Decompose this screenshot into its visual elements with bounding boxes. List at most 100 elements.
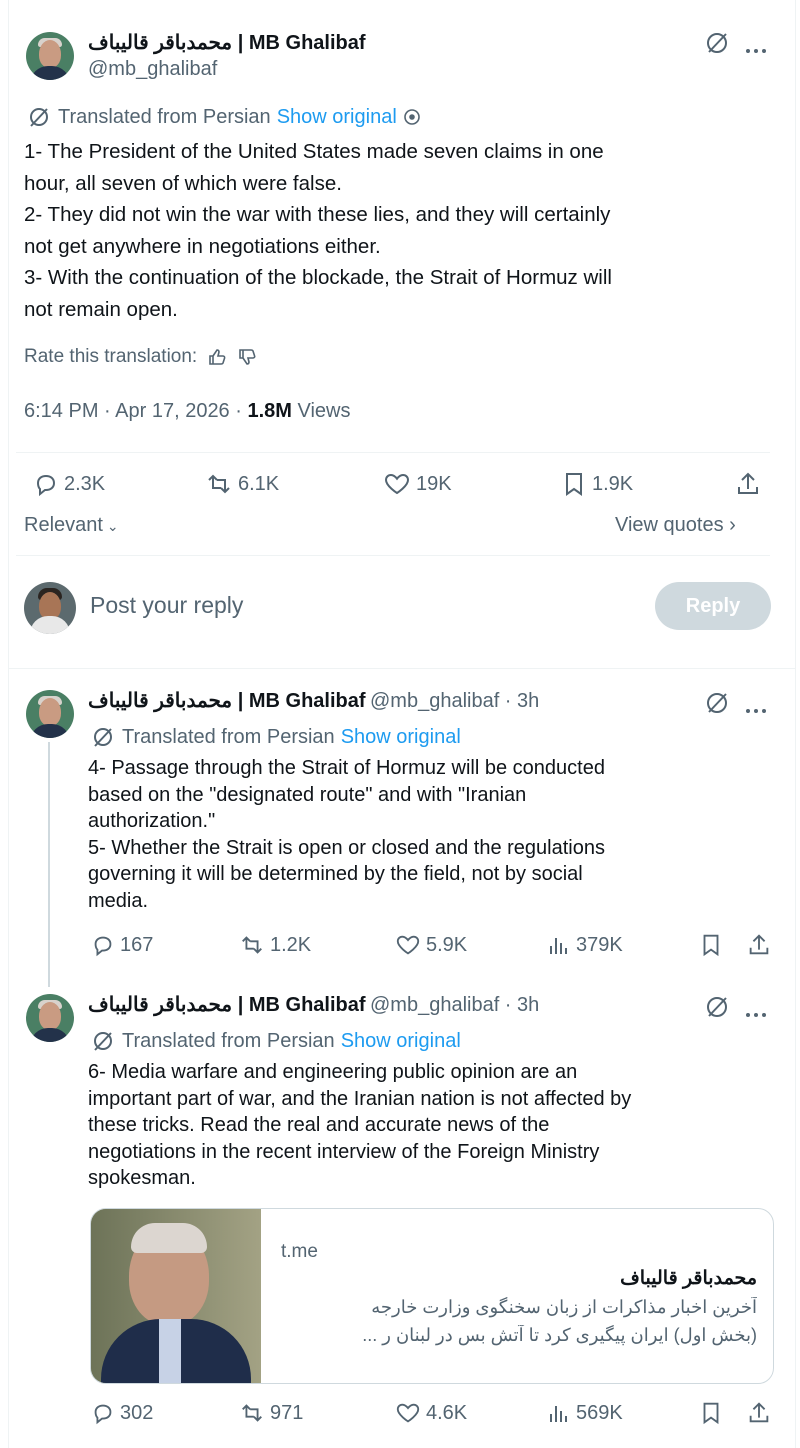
section-divider: [8, 668, 796, 669]
like-action[interactable]: 5.9K: [394, 932, 467, 958]
more-options-icon[interactable]: [744, 1004, 768, 1022]
link-preview-card[interactable]: t.me محمدباقر قالیباف آخرین اخبار مذاکرا…: [90, 1208, 774, 1384]
repost-action[interactable]: 971: [238, 1400, 303, 1426]
views-count: 569K: [576, 1401, 623, 1424]
divider: [16, 555, 770, 556]
repost-count: 1.2K: [270, 933, 312, 956]
divider: [16, 452, 770, 453]
views-count: 379K: [576, 933, 623, 956]
reply-icon: [94, 1404, 112, 1425]
share-icon[interactable]: [734, 470, 762, 503]
like-count: 19K: [416, 472, 452, 495]
reply-handle-time[interactable]: @mb_ghalibaf · 3h: [370, 994, 539, 1016]
reply-count: 302: [120, 1401, 154, 1424]
repost-action[interactable]: 1.2K: [238, 932, 311, 958]
reply-action[interactable]: 2.3K: [32, 470, 105, 498]
grok-translate-icon: [94, 1032, 112, 1051]
like-action[interactable]: 4.6K: [394, 1400, 467, 1426]
chevron-down-icon: ⌄: [102, 518, 119, 534]
view-quotes-label: View quotes: [615, 514, 724, 536]
repost-icon: [242, 1404, 262, 1422]
thumbs-up-icon[interactable]: [207, 347, 227, 367]
sort-dropdown[interactable]: Relevant ⌄: [24, 514, 119, 537]
reply-author-name[interactable]: محمدباقر قالیباف | MB Ghalibaf: [88, 994, 366, 1016]
show-original-link[interactable]: Show original: [341, 1030, 461, 1053]
grok-translate-icon: [30, 108, 48, 127]
reply-action[interactable]: 302: [90, 1400, 153, 1426]
card-description-line: (بخش اول) ایران پیگیری کرد تا آتش بس در …: [362, 1325, 757, 1345]
thumbs-down-icon[interactable]: [237, 347, 257, 367]
translation-bar: Translated from Persian Show original: [90, 724, 461, 750]
repost-icon: [208, 474, 230, 494]
card-thumbnail: [91, 1209, 261, 1383]
reply-icon: [94, 936, 112, 957]
heart-icon: [384, 473, 410, 495]
translated-label: Translated from Persian: [122, 1029, 335, 1052]
view-quotes-link[interactable]: View quotes ›: [615, 514, 736, 537]
reply-icon: [36, 474, 56, 497]
grok-icon[interactable]: [704, 30, 730, 61]
translation-bar: Translated from Persian Show original: [90, 1028, 461, 1054]
views-action[interactable]: 379K: [546, 932, 623, 958]
more-options-icon[interactable]: [744, 40, 768, 58]
reply-text: 4- Passage through the Strait of Hormuz …: [88, 757, 605, 912]
thread-line: [48, 742, 50, 987]
card-title: محمدباقر قالیباف: [620, 1268, 757, 1289]
analytics-icon: [550, 1406, 567, 1422]
bookmark-icon: [566, 473, 582, 496]
reply-header: محمدباقر قالیباف | MB Ghalibaf @mb_ghali…: [88, 992, 539, 1017]
repost-count: 971: [270, 1401, 304, 1424]
grok-translate-icon: [94, 728, 112, 747]
rate-translation: Rate this translation:: [24, 346, 257, 368]
bookmark-count: 1.9K: [592, 472, 634, 495]
heart-icon: [396, 1403, 420, 1423]
views-label: Views: [291, 400, 351, 422]
like-count: 4.6K: [426, 1401, 468, 1424]
chevron-right-icon: ›: [723, 514, 736, 536]
author-avatar[interactable]: [26, 32, 74, 80]
tweet-text: 1- The President of the United States ma…: [24, 140, 612, 321]
bookmark-icon[interactable]: [698, 932, 724, 963]
author-handle[interactable]: @mb_ghalibaf: [88, 58, 217, 81]
reply-author-avatar[interactable]: [26, 690, 74, 738]
user-avatar[interactable]: [24, 582, 76, 634]
grok-icon[interactable]: [704, 994, 730, 1025]
sort-label: Relevant: [24, 514, 103, 536]
share-icon[interactable]: [746, 932, 772, 963]
more-options-icon[interactable]: [744, 700, 768, 718]
reply-input[interactable]: Post your reply: [90, 592, 243, 619]
reply-handle-time[interactable]: @mb_ghalibaf · 3h: [370, 690, 539, 712]
author-display-name[interactable]: محمدباقر قالیباف | MB Ghalibaf: [88, 30, 366, 55]
grok-icon[interactable]: [704, 690, 730, 721]
like-action[interactable]: 19K: [382, 470, 452, 498]
reply-action[interactable]: 167: [90, 932, 153, 958]
analytics-icon: [550, 938, 567, 954]
tweet-meta: 6:14 PM · Apr 17, 2026 · 1.8M Views: [24, 400, 350, 423]
info-icon[interactable]: [403, 108, 421, 126]
show-original-link[interactable]: Show original: [341, 726, 461, 749]
views-count: 1.8M: [247, 400, 292, 422]
share-icon[interactable]: [746, 1400, 772, 1431]
repost-icon: [242, 936, 262, 954]
views-action[interactable]: 569K: [546, 1400, 623, 1426]
like-count: 5.9K: [426, 933, 468, 956]
reply-count: 2.3K: [64, 472, 106, 495]
reply-header: محمدباقر قالیباف | MB Ghalibaf @mb_ghali…: [88, 688, 539, 713]
translated-label: Translated from Persian: [122, 725, 335, 748]
heart-icon: [396, 935, 420, 955]
show-original-link[interactable]: Show original: [277, 106, 397, 129]
translated-label: Translated from Persian: [58, 105, 271, 128]
timestamp[interactable]: 6:14 PM · Apr 17, 2026 ·: [24, 400, 247, 422]
reply-count: 167: [120, 933, 154, 956]
reply-text: 6- Media warfare and engineering public …: [88, 1061, 632, 1189]
repost-action[interactable]: 6.1K: [204, 470, 279, 498]
translation-bar: Translated from Persian Show original: [26, 104, 421, 130]
card-domain: t.me: [281, 1241, 318, 1262]
rate-translation-label: Rate this translation:: [24, 346, 198, 367]
bookmark-icon[interactable]: [698, 1400, 724, 1431]
card-description-line: آخرین اخبار مذاکرات از زبان سخنگوی وزارت…: [371, 1297, 757, 1317]
reply-button[interactable]: Reply: [655, 582, 771, 630]
bookmark-action[interactable]: 1.9K: [560, 470, 633, 498]
reply-author-avatar[interactable]: [26, 994, 74, 1042]
reply-author-name[interactable]: محمدباقر قالیباف | MB Ghalibaf: [88, 690, 366, 712]
